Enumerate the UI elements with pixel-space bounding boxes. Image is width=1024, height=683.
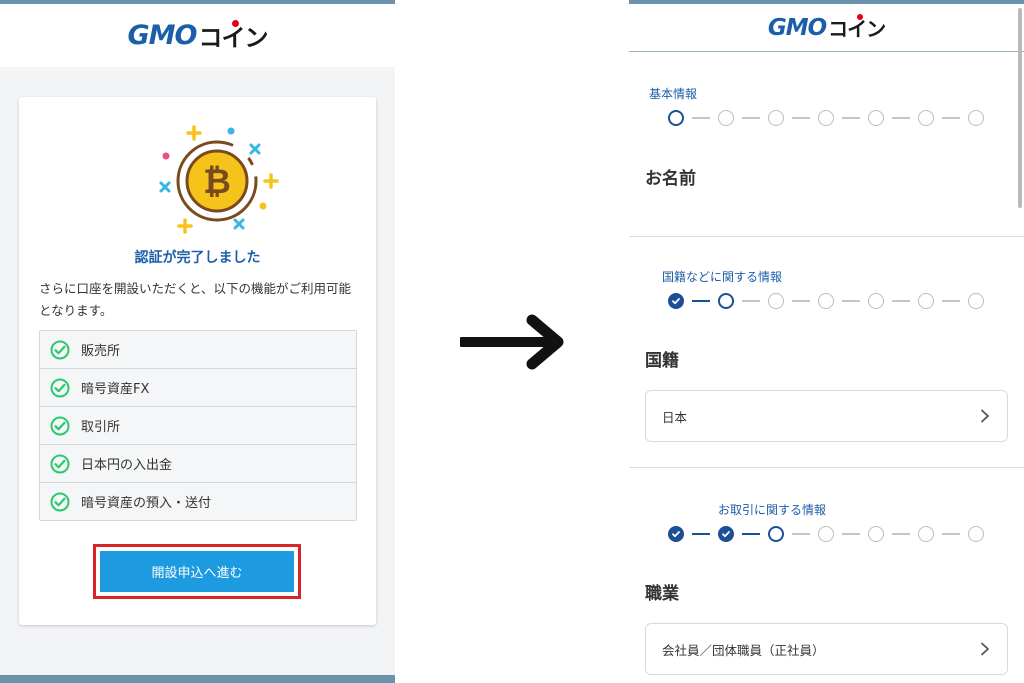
left-screen: GMO コイン ₿ 認証が完了しました さらに口座を開設いただくと、以下の機能が…: [0, 0, 395, 683]
check-circle-icon: [50, 492, 70, 511]
feature-label: 販売所: [81, 344, 121, 359]
step-connector: [792, 117, 810, 119]
check-circle-icon: [50, 378, 70, 397]
step-connector: [742, 117, 760, 119]
step-label: 基本情報: [649, 87, 698, 101]
select-value: 会社員／団体職員（正社員）: [662, 642, 825, 658]
step-connector: [742, 300, 760, 302]
occupation-select[interactable]: 会社員／団体職員（正社員）: [645, 623, 1008, 675]
step-connector: [942, 300, 960, 302]
svg-text:₿: ₿: [203, 162, 231, 202]
step-done: [718, 526, 734, 542]
verification-complete-card: ₿ 認証が完了しました さらに口座を開設いただくと、以下の機能がご利用可能となり…: [19, 97, 376, 625]
section-divider: [629, 467, 1024, 468]
feature-item: 暗号資産の預入・送付: [40, 483, 356, 520]
feature-label: 暗号資産FX: [81, 382, 150, 397]
app-header: GMO コイン: [629, 4, 1024, 51]
section-heading: お名前: [645, 169, 696, 189]
step-connector: [692, 533, 710, 535]
step-done: [668, 526, 684, 542]
feature-label: 日本円の入出金: [81, 458, 173, 473]
logo-gmo-text: GMO: [127, 20, 198, 51]
step-connector: [692, 300, 710, 302]
chevron-right-icon: [981, 409, 989, 423]
cta-highlight-frame: 開設申込へ進む: [93, 544, 301, 599]
step-connector: [942, 117, 960, 119]
step-todo: [818, 293, 834, 309]
chevron-right-icon: [981, 642, 989, 656]
step-todo: [818, 526, 834, 542]
step-todo: [918, 110, 934, 126]
step-todo: [968, 110, 984, 126]
section-heading: 国籍: [645, 351, 679, 371]
step-connector: [742, 533, 760, 535]
logo-red-dot: [231, 20, 239, 27]
select-value: 日本: [662, 409, 688, 425]
feature-list: 販売所 暗号資産FX 取引所 日本円の入出金 暗号資産の預入・送付: [39, 330, 357, 521]
feature-label: 暗号資産の預入・送付: [81, 496, 212, 511]
feature-label: 取引所: [81, 420, 121, 435]
feature-item: 取引所: [40, 407, 356, 445]
step-todo: [968, 526, 984, 542]
step-todo: [768, 110, 784, 126]
step-todo: [818, 110, 834, 126]
check-circle-icon: [50, 340, 70, 359]
step-connector: [792, 300, 810, 302]
step-todo: [918, 526, 934, 542]
gmo-coin-logo[interactable]: GMO コイン: [128, 18, 268, 53]
open-account-button[interactable]: 開設申込へ進む: [100, 551, 294, 592]
progress-stepper: [668, 526, 984, 542]
step-connector: [842, 300, 860, 302]
section-divider: [629, 236, 1024, 237]
step-todo: [768, 293, 784, 309]
step-current: [718, 293, 734, 309]
step-current: [668, 110, 684, 126]
bitcoin-coin-illustration: ₿: [159, 125, 279, 234]
step-todo: [868, 526, 884, 542]
right-arrow-icon: [460, 314, 564, 370]
feature-item: 日本円の入出金: [40, 445, 356, 483]
step-todo: [868, 293, 884, 309]
step-todo: [968, 293, 984, 309]
feature-item: 暗号資産FX: [40, 369, 356, 407]
card-description: さらに口座を開設いただくと、以下の機能がご利用可能となります。: [39, 281, 352, 318]
app-header: GMO コイン: [0, 4, 395, 67]
check-circle-icon: [50, 454, 70, 473]
step-connector: [942, 533, 960, 535]
step-connector: [792, 533, 810, 535]
logo-gmo-text: GMO: [767, 14, 827, 41]
step-done: [668, 293, 684, 309]
bottom-strip: [0, 675, 395, 683]
header-divider: [629, 51, 1024, 52]
step-todo: [918, 293, 934, 309]
step-connector: [892, 117, 910, 119]
step-label: 国籍などに関する情報: [662, 270, 783, 284]
step-current: [768, 526, 784, 542]
step-connector: [892, 533, 910, 535]
nationality-select[interactable]: 日本: [645, 390, 1008, 442]
progress-stepper: [668, 293, 984, 309]
step-connector: [692, 117, 710, 119]
right-screen: GMO コイン 基本情報 お名前 国籍などに関する情報 国籍 日本 お取引に関す…: [629, 0, 1024, 683]
feature-item: 販売所: [40, 331, 356, 369]
check-icon: [672, 531, 680, 538]
check-circle-icon: [50, 416, 70, 435]
step-label: お取引に関する情報: [718, 503, 827, 517]
step-todo: [868, 110, 884, 126]
gmo-coin-logo[interactable]: GMO コイン: [767, 13, 886, 42]
card-title: 認証が完了しました: [134, 250, 261, 266]
step-connector: [842, 117, 860, 119]
check-icon: [722, 531, 730, 538]
step-connector: [842, 533, 860, 535]
check-icon: [672, 298, 680, 305]
section-heading: 職業: [645, 584, 679, 604]
progress-stepper: [668, 110, 984, 126]
step-todo: [718, 110, 734, 126]
logo-red-dot: [856, 14, 863, 20]
step-connector: [892, 300, 910, 302]
scrollbar[interactable]: [1018, 8, 1022, 208]
